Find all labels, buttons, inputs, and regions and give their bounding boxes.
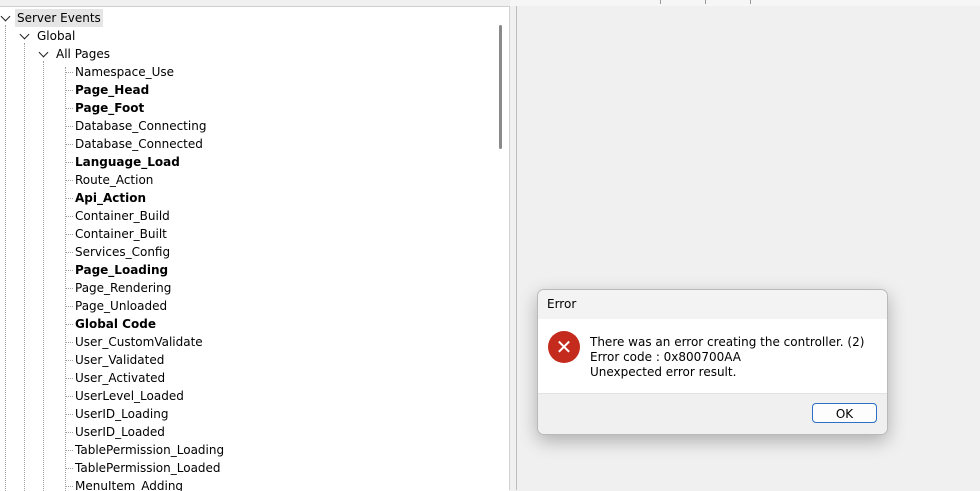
tree-connector bbox=[66, 162, 73, 163]
tree-leaf-item[interactable]: Services_Config bbox=[0, 243, 494, 261]
ok-button[interactable]: OK bbox=[812, 403, 877, 423]
tree-leaf-item[interactable]: Page_Rendering bbox=[0, 279, 494, 297]
tree-node-label[interactable]: Server Events bbox=[15, 9, 103, 27]
tree-connector bbox=[66, 324, 73, 325]
dialog-body: ✕ There was an error creating the contro… bbox=[538, 319, 887, 395]
tree-leaf-item[interactable]: User_Activated bbox=[0, 369, 494, 387]
dialog-footer: OK bbox=[538, 393, 887, 434]
tree-connector bbox=[66, 126, 73, 127]
tree-connector bbox=[66, 360, 73, 361]
tree-leaf-label[interactable]: Global Code bbox=[73, 315, 158, 333]
tree-leaf-item[interactable]: Namespace_Use bbox=[0, 63, 494, 81]
tree-connector bbox=[66, 270, 73, 271]
error-message-line: There was an error creating the controll… bbox=[590, 335, 865, 349]
tree-leaf-item[interactable]: UserID_Loaded bbox=[0, 423, 494, 441]
tree-leaf-label[interactable]: TablePermission_Loading bbox=[73, 441, 226, 459]
tree-connector bbox=[66, 72, 73, 73]
tree-node-label[interactable]: Global bbox=[35, 27, 77, 45]
tree-leaf-item[interactable]: User_Validated bbox=[0, 351, 494, 369]
tree-leaf-label[interactable]: UserID_Loading bbox=[73, 405, 170, 423]
tree-leaf-label[interactable]: Namespace_Use bbox=[73, 63, 176, 81]
scrollbar-thumb[interactable] bbox=[499, 25, 502, 149]
tree-node-all-pages[interactable]: All Pages bbox=[0, 45, 494, 63]
tree-leaf-label[interactable]: Route_Action bbox=[73, 171, 155, 189]
tree-leaf-item[interactable]: Api_Action bbox=[0, 189, 494, 207]
tree-leaf-label[interactable]: User_Validated bbox=[73, 351, 166, 369]
tree-leaf-item[interactable]: TablePermission_Loaded bbox=[0, 459, 494, 477]
tree-leaf-label[interactable]: Page_Loading bbox=[73, 261, 170, 279]
tree-leaf-label[interactable]: Page_Head bbox=[73, 81, 151, 99]
tree-leaf-item[interactable]: UserLevel_Loaded bbox=[0, 387, 494, 405]
tree-leaf-label[interactable]: Container_Build bbox=[73, 207, 172, 225]
tree-leaf-item[interactable]: Database_Connecting bbox=[0, 117, 494, 135]
dialog-title: Error bbox=[538, 290, 887, 319]
server-events-tree[interactable]: Server Events Global All Pages Namespace… bbox=[0, 6, 509, 491]
tree-leaf-item[interactable]: Language_Load bbox=[0, 153, 494, 171]
tree-leaf-item[interactable]: Container_Built bbox=[0, 225, 494, 243]
tree-leaf-label[interactable]: UserLevel_Loaded bbox=[73, 387, 186, 405]
tree-leaf-label[interactable]: MenuItem_Adding bbox=[73, 477, 185, 491]
tree-connector bbox=[66, 108, 73, 109]
tree-node-global[interactable]: Global bbox=[0, 27, 494, 45]
chevron-down-icon[interactable] bbox=[19, 29, 30, 40]
tree-leaf-item[interactable]: Page_Head bbox=[0, 81, 494, 99]
tree-leaf-label[interactable]: Services_Config bbox=[73, 243, 172, 261]
tree-connector bbox=[66, 378, 73, 379]
tree-leaf-item[interactable]: Database_Connected bbox=[0, 135, 494, 153]
error-message: There was an error creating the controll… bbox=[590, 335, 864, 380]
tree-connector bbox=[66, 486, 73, 487]
error-code-line: Error code : 0x800700AA bbox=[590, 350, 741, 364]
tree-leaf-label[interactable]: Page_Unloaded bbox=[73, 297, 169, 315]
tree-leaf-item[interactable]: MenuItem_Adding bbox=[0, 477, 494, 491]
tree-connector bbox=[66, 144, 73, 145]
tree-node-label[interactable]: All Pages bbox=[54, 45, 112, 63]
tree-leaf-label[interactable]: UserID_Loaded bbox=[73, 423, 167, 441]
tree-connector bbox=[66, 288, 73, 289]
tree-connector bbox=[66, 432, 73, 433]
tree-connector bbox=[66, 234, 73, 235]
tree-scrollbar[interactable] bbox=[494, 7, 509, 491]
error-result-line: Unexpected error result. bbox=[590, 365, 737, 379]
tree-leaf-item[interactable]: Global Code bbox=[0, 315, 494, 333]
error-dialog: Error ✕ There was an error creating the … bbox=[537, 289, 888, 435]
tree-leaf-label[interactable]: Language_Load bbox=[73, 153, 182, 171]
tree-leaf-label[interactable]: Page_Foot bbox=[73, 99, 146, 117]
tree-connector bbox=[66, 252, 73, 253]
tree-connector bbox=[66, 468, 73, 469]
tree-leaf-label[interactable]: Page_Rendering bbox=[73, 279, 173, 297]
tree-connector bbox=[66, 198, 73, 199]
tree-connector bbox=[66, 180, 73, 181]
tree-leaf-item[interactable]: Route_Action bbox=[0, 171, 494, 189]
tree-node-server-events[interactable]: Server Events bbox=[0, 9, 494, 27]
tree-leaf-label[interactable]: Container_Built bbox=[73, 225, 169, 243]
tree-leaf-label[interactable]: Api_Action bbox=[73, 189, 148, 207]
tree-leaf-item[interactable]: UserID_Loading bbox=[0, 405, 494, 423]
chevron-down-icon[interactable] bbox=[0, 11, 11, 22]
toolbar-separator bbox=[750, 0, 751, 4]
tree-leaf-label[interactable]: User_CustomValidate bbox=[73, 333, 205, 351]
tree-leaf-item[interactable]: Page_Foot bbox=[0, 99, 494, 117]
chevron-down-icon[interactable] bbox=[38, 47, 49, 58]
error-x-icon: ✕ bbox=[548, 331, 580, 363]
tree-leaf-label[interactable]: TablePermission_Loaded bbox=[73, 459, 223, 477]
tree-leaf-item[interactable]: User_CustomValidate bbox=[0, 333, 494, 351]
toolbar-separator bbox=[660, 0, 661, 4]
tree-connector bbox=[66, 342, 73, 343]
tree-leaf-item[interactable]: Container_Build bbox=[0, 207, 494, 225]
tree-leaf-label[interactable]: User_Activated bbox=[73, 369, 167, 387]
tree-connector bbox=[66, 90, 73, 91]
tree-leaf-label[interactable]: Database_Connecting bbox=[73, 117, 208, 135]
tree-leaf-item[interactable]: Page_Loading bbox=[0, 261, 494, 279]
tree-connector bbox=[66, 414, 73, 415]
tree-connector bbox=[66, 450, 73, 451]
tree-connector bbox=[66, 216, 73, 217]
tree-leaf-item[interactable]: Page_Unloaded bbox=[0, 297, 494, 315]
tree-connector bbox=[66, 396, 73, 397]
tree-leaf-label[interactable]: Database_Connected bbox=[73, 135, 205, 153]
tree-connector bbox=[66, 306, 73, 307]
tree-leaf-item[interactable]: TablePermission_Loading bbox=[0, 441, 494, 459]
pane-splitter[interactable] bbox=[509, 6, 517, 490]
toolbar-separator bbox=[705, 0, 706, 4]
